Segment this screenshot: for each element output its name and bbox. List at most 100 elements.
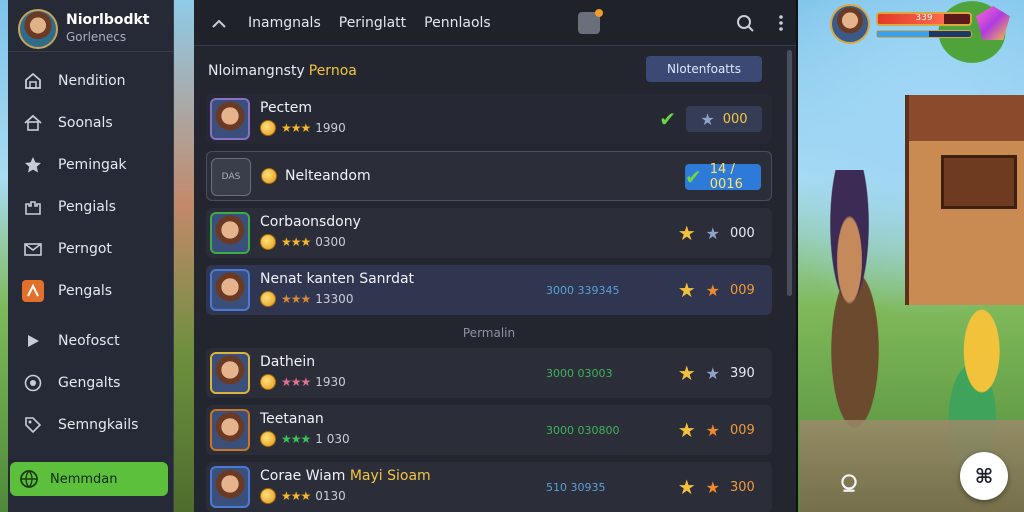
star-icon: [22, 154, 44, 176]
gold-star-icon: ★: [677, 361, 696, 385]
row-stars: ★★★: [281, 235, 311, 249]
profile-header[interactable]: Niorlbodkt Gorlenecs: [8, 0, 173, 52]
list-item[interactable]: Corae Wiam Mayi Sioam ★★★ 0130 510 30935…: [206, 462, 772, 512]
sidebar-item-6[interactable]: Neofosct: [8, 320, 173, 362]
coin-icon: [260, 234, 276, 250]
star-icon: ★: [705, 280, 720, 300]
star-icon: ★: [705, 363, 720, 383]
profile-name: Niorlbodkt: [66, 12, 150, 28]
star-icon: ★: [705, 223, 720, 243]
row-score: 0300: [315, 235, 346, 249]
top-bar: Inamgnals Peringlatt Pennlaols: [194, 0, 796, 46]
tab-1[interactable]: Peringlatt: [339, 15, 406, 31]
star-icon: ★: [705, 420, 720, 440]
gem-icon[interactable]: [976, 6, 1010, 40]
tab-2[interactable]: Pennlaols: [424, 15, 491, 31]
sidebar-item-5[interactable]: Pengals: [8, 270, 173, 312]
castle-icon: [22, 196, 44, 218]
sidebar-item-label: Gengalts: [58, 375, 121, 391]
row-mid-value: 3000 030800: [546, 424, 620, 437]
row-value: 300: [730, 479, 755, 495]
row-value: 390: [730, 365, 755, 381]
sidebar-item-label: Perngot: [58, 241, 112, 257]
profile-subtitle: Gorlenecs: [66, 30, 127, 44]
sidebar-item-label: Pemingak: [58, 157, 127, 173]
mana-fill: [877, 31, 929, 37]
row-mid-value: 3000 339345: [546, 284, 620, 297]
more-options-icon[interactable]: [770, 12, 792, 34]
coin-icon: [260, 120, 276, 136]
row-meta: ★★★ 13300: [260, 291, 353, 307]
row-score: 1990: [315, 121, 346, 135]
sidebar-item-7[interactable]: Gengalts: [8, 362, 173, 404]
row-mid-value: 3000 03003: [546, 367, 613, 380]
target-icon: [22, 372, 44, 394]
action-fab-button[interactable]: ⌘: [960, 452, 1008, 500]
check-icon: ✔: [659, 107, 676, 131]
row-stars: ★★★: [281, 432, 311, 446]
sidebar-item-1[interactable]: Soonals: [8, 102, 173, 144]
section-action-button[interactable]: Nlotenfoatts: [646, 56, 762, 82]
row-score: 13300: [315, 292, 354, 306]
roster-list: Pectem ★★★ 1990 ✔ ★ 000 DAS Nelteandom ✔…: [206, 94, 772, 512]
row-name: Corbaonsdony: [260, 214, 361, 230]
sidebar-item-3[interactable]: Pengials: [8, 186, 173, 228]
row-name: Corae Wiam Mayi Sioam: [260, 468, 431, 484]
sidebar-item-label: Pengals: [58, 283, 113, 299]
list-item[interactable]: Teetanan ★★★ 1 030 3000 030800 ★ ★ 009: [206, 405, 772, 455]
back-icon[interactable]: [208, 12, 230, 34]
gold-star-icon: ★: [677, 475, 696, 499]
row-score: 1 030: [315, 432, 350, 446]
row-stars: ★★★: [281, 489, 311, 503]
sidebar-item-label: Neofosct: [58, 333, 120, 349]
coin-icon: [260, 488, 276, 504]
play-icon: [22, 330, 44, 352]
search-icon[interactable]: [734, 12, 756, 34]
sidebar-item-0[interactable]: Nendition: [8, 60, 173, 102]
list-item[interactable]: DAS Nelteandom ✔ 14 / 0016: [206, 151, 772, 201]
tag-icon: [22, 414, 44, 436]
list-item[interactable]: Dathein ★★★ 1930 3000 03003 ★ ★ 390: [206, 348, 772, 398]
sidebar: Niorlbodkt Gorlenecs Nendition Soonals P…: [8, 0, 174, 512]
chest-icon[interactable]: [578, 9, 603, 34]
sidebar-item-8[interactable]: Semngkails: [8, 404, 173, 446]
avatar[interactable]: [830, 4, 870, 44]
sidebar-item-4[interactable]: Perngot: [8, 228, 173, 270]
hero-avatar: [210, 409, 250, 451]
sidebar-item-2[interactable]: Pemingak: [8, 144, 173, 186]
gold-star-icon: ★: [677, 278, 696, 302]
row-actions: ★ ★ 000: [652, 219, 762, 247]
row-actions: ★ ★ 390: [652, 359, 762, 387]
list-item[interactable]: Corbaonsdony ★★★ 0300 ★ ★ 000: [206, 208, 772, 258]
avatar: [18, 8, 58, 49]
row-value-pill[interactable]: ✔ 14 / 0016: [685, 162, 761, 192]
row-score: 0130: [315, 489, 346, 503]
main-panel: Inamgnals Peringlatt Pennlaols Nloimangn…: [194, 0, 798, 512]
house-icon: [22, 112, 44, 134]
mana-bar: [876, 30, 972, 38]
coin-icon: [260, 374, 276, 390]
list-item[interactable]: Nenat kanten Sanrdat ★★★ 13300 3000 3393…: [206, 265, 772, 315]
notification-icon[interactable]: [836, 470, 862, 496]
scrollbar[interactable]: [787, 50, 792, 296]
sidebar-nav: Nendition Soonals Pemingak Pengials Pern…: [8, 52, 173, 446]
controller-icon: ⌘: [974, 464, 994, 488]
scene-strip: [172, 0, 196, 512]
home-icon: [22, 70, 44, 92]
row-name-highlight: Mayi Sioam: [349, 468, 431, 484]
row-value: 000: [722, 111, 748, 127]
row-name: Pectem: [260, 100, 312, 116]
row-name: Nenat kanten Sanrdat: [260, 271, 415, 287]
row-stars: ★★★: [281, 375, 311, 389]
row-actions: ✔ 14 / 0016: [651, 162, 761, 192]
health-value: 339: [915, 13, 933, 23]
hero-avatar: [210, 269, 250, 311]
row-name-wrap: Nelteandom: [261, 168, 371, 184]
list-item[interactable]: Pectem ★★★ 1990 ✔ ★ 000: [206, 94, 772, 144]
tab-0[interactable]: Inamgnals: [248, 15, 321, 31]
row-value-pill[interactable]: ★ 000: [686, 106, 762, 132]
section-highlight: Pernoa: [308, 63, 357, 79]
sidebar-item-label: Semngkails: [58, 417, 139, 433]
row-meta: ★★★ 1990: [260, 120, 346, 136]
sidebar-item-active[interactable]: Nemmdan: [10, 462, 168, 496]
